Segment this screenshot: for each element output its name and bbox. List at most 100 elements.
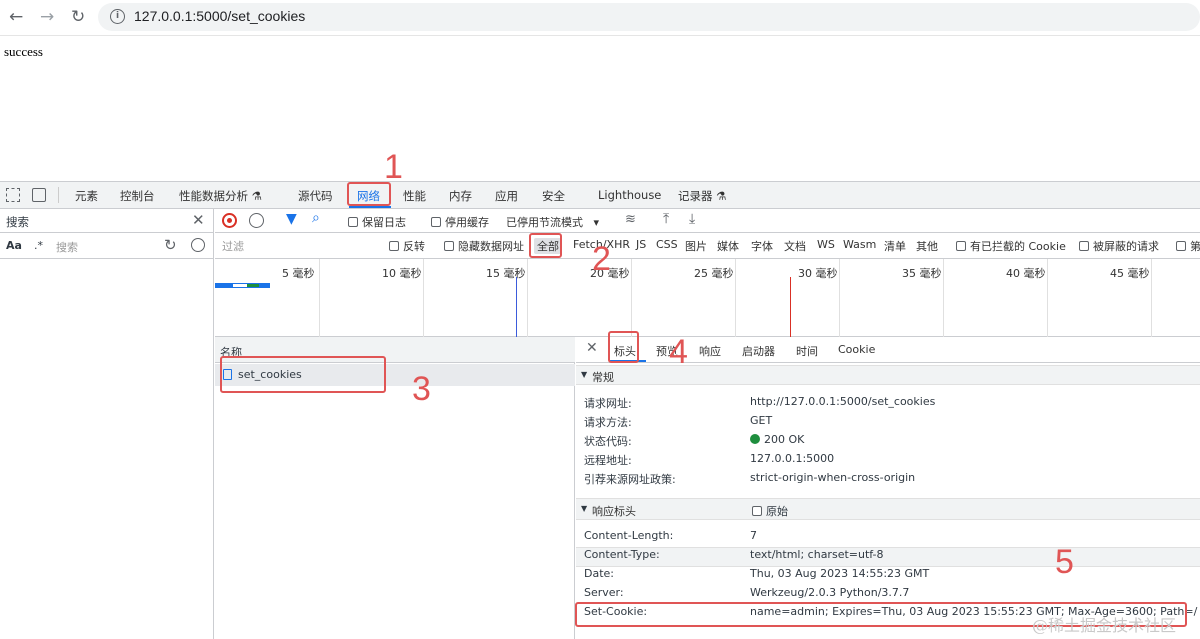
inspect-element-icon[interactable]	[6, 188, 20, 202]
tab-initiator[interactable]: 启动器	[742, 343, 775, 359]
blocked-requests-checkbox[interactable]: 被屏蔽的请求	[1079, 238, 1159, 254]
raw-label: 原始	[766, 505, 788, 518]
search-icon[interactable]: ⌕	[312, 210, 320, 226]
domcontentloaded-marker	[516, 277, 517, 337]
tab-lighthouse[interactable]: Lighthouse	[598, 188, 661, 202]
reload-icon[interactable]: ↻	[71, 7, 85, 27]
type-filter-font[interactable]: 字体	[751, 238, 773, 254]
close-icon[interactable]: ✕	[586, 340, 598, 356]
kv-value: strict-origin-when-cross-origin	[750, 471, 916, 484]
disable-cache-checkbox[interactable]: 停用缓存	[431, 214, 489, 230]
tab-performance-insights[interactable]: 性能数据分析 ⚗	[179, 188, 262, 204]
timeline-overview[interactable]: 5 毫秒 10 毫秒 15 毫秒 20 毫秒 25 毫秒 30 毫秒 35 毫秒…	[215, 259, 1200, 337]
search-input[interactable]: 搜索	[56, 239, 78, 255]
tab-response[interactable]: 响应	[699, 343, 721, 359]
search-input-row: Aa .* 搜索 ↻	[0, 233, 214, 259]
type-filter-wasm[interactable]: Wasm	[843, 238, 876, 251]
active-tab-indicator	[349, 206, 391, 208]
search-pane: 搜索 ✕ Aa .* 搜索 ↻	[0, 209, 214, 639]
filter-bar: 过滤 反转 隐藏数据网址 全部 Fetch/XHR JS CSS 图片 媒体 字…	[215, 233, 1200, 259]
refresh-icon[interactable]: ↻	[164, 236, 177, 254]
page-body-text: success	[4, 44, 43, 59]
kv-value: text/html; charset=utf-8	[750, 548, 884, 561]
hide-data-urls-label: 隐藏数据网址	[458, 240, 524, 253]
preserve-log-checkbox[interactable]: 保留日志	[348, 214, 406, 230]
response-headers-title: 响应标头	[592, 505, 636, 518]
regex-toggle[interactable]: .*	[34, 239, 43, 252]
forward-arrow-icon[interactable]: →	[40, 7, 54, 27]
timeline-label: 5 毫秒	[282, 267, 315, 280]
type-filter-js[interactable]: JS	[636, 238, 646, 251]
kv-value: 127.0.0.1:5000	[750, 452, 835, 465]
throttling-select[interactable]: 已停用节流模式 ▾	[506, 214, 599, 230]
browser-toolbar: ← → ↻ i 127.0.0.1:5000/set_cookies	[0, 0, 1200, 36]
request-bar	[215, 283, 270, 288]
type-filter-css[interactable]: CSS	[656, 238, 678, 251]
kv-key: 请求方法:	[584, 416, 632, 429]
status-ok-icon	[750, 434, 760, 444]
type-filter-ws[interactable]: WS	[817, 238, 835, 251]
disable-cache-label: 停用缓存	[445, 216, 489, 229]
filter-icon[interactable]: ▼	[286, 211, 297, 227]
kv-value: 200 OK	[764, 433, 805, 446]
upload-icon[interactable]: ⤒	[663, 211, 669, 227]
record-icon[interactable]	[222, 213, 237, 228]
close-icon[interactable]: ✕	[192, 211, 205, 229]
annotation-box	[529, 233, 562, 258]
invert-checkbox[interactable]: 反转	[389, 238, 425, 254]
timeline-label: 25 毫秒	[694, 267, 734, 280]
tab-application[interactable]: 应用	[495, 188, 518, 204]
third-party-label: 第	[1190, 240, 1200, 253]
throttling-label: 已停用节流模式	[506, 216, 583, 229]
grid-line	[631, 259, 632, 337]
kv-key: Content-Length:	[584, 529, 674, 542]
type-filter-doc[interactable]: 文档	[784, 238, 806, 254]
raw-checkbox[interactable]: 原始	[752, 503, 788, 519]
type-filter-other[interactable]: 其他	[916, 238, 938, 254]
response-headers-section-header[interactable]: ▼ 响应标头 原始	[576, 498, 1200, 520]
clear-log-icon[interactable]	[249, 213, 264, 228]
type-filter-manifest[interactable]: 清单	[884, 238, 906, 254]
devtools-tabbar: 元素 控制台 性能数据分析 ⚗ 源代码 网络 性能 内存 应用 安全 Light…	[0, 182, 1200, 209]
network-toolbar: ▼ ⌕ 保留日志 停用缓存 已停用节流模式 ▾ ≋ ⤒ ⤓	[215, 209, 1200, 233]
third-party-checkbox[interactable]: 第	[1176, 238, 1200, 254]
chevron-down-icon: ▼	[581, 370, 588, 379]
address-bar[interactable]: i 127.0.0.1:5000/set_cookies	[98, 3, 1200, 31]
annotation-number: 2	[592, 240, 611, 278]
kv-key: 请求网址:	[584, 397, 632, 410]
tab-cookies[interactable]: Cookie	[838, 343, 875, 356]
tab-recorder[interactable]: 记录器 ⚗	[678, 188, 726, 204]
tab-sources[interactable]: 源代码	[298, 188, 333, 204]
tab-elements[interactable]: 元素	[75, 188, 98, 204]
watermark: @稀土掘金技术社区	[1032, 616, 1177, 635]
filter-input[interactable]: 过滤	[222, 238, 244, 254]
general-section: 请求网址: http://127.0.0.1:5000/set_cookies …	[576, 392, 1200, 492]
search-header: 搜索 ✕	[0, 209, 214, 233]
timeline-label: 10 毫秒	[382, 267, 422, 280]
info-icon[interactable]: i	[110, 9, 125, 24]
grid-line	[1151, 259, 1152, 337]
device-toolbar-icon[interactable]	[32, 188, 46, 202]
blocked-requests-label: 被屏蔽的请求	[1093, 240, 1159, 253]
kv-key: Content-Type:	[584, 548, 660, 561]
tab-performance[interactable]: 性能	[403, 188, 426, 204]
clear-icon[interactable]	[191, 238, 205, 252]
download-icon[interactable]: ⤓	[689, 211, 695, 227]
kv-value: http://127.0.0.1:5000/set_cookies	[750, 395, 936, 408]
back-arrow-icon[interactable]: ←	[9, 7, 23, 27]
timeline-label: 35 毫秒	[902, 267, 942, 280]
divider	[58, 187, 59, 203]
tab-console[interactable]: 控制台	[120, 188, 155, 204]
tab-timing[interactable]: 时间	[796, 343, 818, 359]
wifi-icon[interactable]: ≋	[625, 212, 636, 227]
type-filter-img[interactable]: 图片	[685, 238, 707, 254]
hide-data-urls-checkbox[interactable]: 隐藏数据网址	[444, 238, 524, 254]
kv-key: 状态代码:	[584, 435, 632, 448]
grid-line	[527, 259, 528, 337]
tab-memory[interactable]: 内存	[449, 188, 472, 204]
timeline-label: 45 毫秒	[1110, 267, 1150, 280]
tab-security[interactable]: 安全	[542, 188, 565, 204]
blocked-cookies-checkbox[interactable]: 有已拦截的 Cookie	[956, 238, 1066, 254]
match-case-toggle[interactable]: Aa	[6, 239, 22, 252]
type-filter-media[interactable]: 媒体	[717, 238, 739, 254]
